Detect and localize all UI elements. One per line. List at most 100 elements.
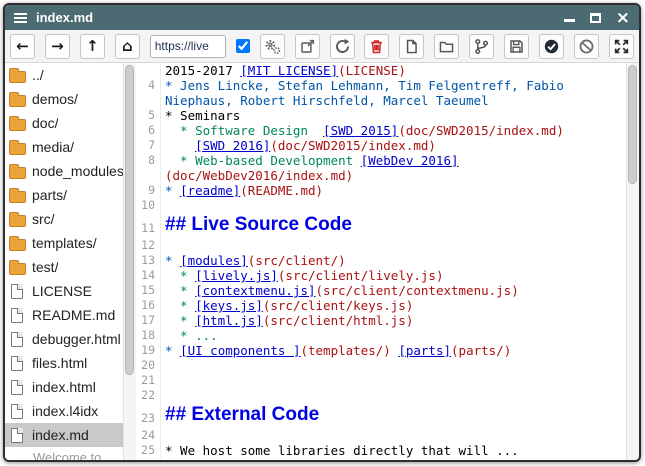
back-button[interactable]: ← <box>10 34 35 59</box>
file-icon <box>11 332 23 347</box>
code-text: * ... <box>161 328 218 343</box>
code-line[interactable]: 13* [modules](src/client/) <box>136 253 626 268</box>
line-number: 19 <box>136 343 161 358</box>
code-line[interactable]: (doc/WebDev2016/index.md) <box>136 168 626 183</box>
code-line[interactable]: 14 * [lively.js](src/client/lively.js) <box>136 268 626 283</box>
sidebar-item-index-md[interactable]: index.md <box>5 423 123 447</box>
code-line[interactable]: 23## External Code <box>136 403 626 428</box>
code-line[interactable]: 24 <box>136 428 626 443</box>
line-number: 16 <box>136 298 161 313</box>
code-text: * [readme](README.md) <box>161 183 323 198</box>
markdown-editor[interactable]: 2015-2017 [MIT LICENSE](LICENSE)4* Jens … <box>136 63 626 460</box>
settings-button[interactable] <box>260 34 285 59</box>
folder-icon <box>9 215 26 227</box>
sidebar-item-index-html[interactable]: index.html <box>5 375 123 399</box>
line-number: 22 <box>136 388 161 403</box>
code-text <box>161 238 165 253</box>
sidebar-item-debugger-html[interactable]: debugger.html <box>5 327 123 351</box>
sidebar-scrollbar[interactable] <box>123 63 136 460</box>
code-line[interactable]: 17 * [html.js](src/client/html.js) <box>136 313 626 328</box>
line-number: 12 <box>136 238 161 253</box>
line-number: 5 <box>136 108 161 123</box>
sidebar-item-doc[interactable]: doc/ <box>5 111 123 135</box>
save-button[interactable] <box>504 34 529 59</box>
line-number: 24 <box>136 428 161 443</box>
folder-button[interactable] <box>434 34 459 59</box>
sidebar-item-templates[interactable]: templates/ <box>5 231 123 255</box>
sidebar-item-demos[interactable]: demos/ <box>5 87 123 111</box>
forward-button[interactable]: → <box>45 34 70 59</box>
code-line[interactable]: 8 * Web-based Development [WebDev 2016] <box>136 153 626 168</box>
code-line[interactable]: 12 <box>136 238 626 253</box>
sidebar-item-label: files.html <box>32 355 87 371</box>
sidebar-item-src[interactable]: src/ <box>5 207 123 231</box>
code-line[interactable]: 2015-2017 [MIT LICENSE](LICENSE) <box>136 63 626 78</box>
code-text: * Web-based Development [WebDev 2016] <box>161 153 459 168</box>
new-file-button[interactable] <box>399 34 424 59</box>
sidebar-item-media[interactable]: media/ <box>5 135 123 159</box>
line-number <box>136 63 161 78</box>
edit-mode-checkbox[interactable] <box>236 39 250 53</box>
code-line[interactable]: 16 * [keys.js](src/client/keys.js) <box>136 298 626 313</box>
git-branch-button[interactable] <box>469 34 494 59</box>
line-number <box>136 168 161 183</box>
sidebar-item-node-modules[interactable]: node_modules/ <box>5 159 123 183</box>
sidebar-scrollbar-thumb[interactable] <box>125 65 134 375</box>
open-external-button[interactable] <box>295 34 320 59</box>
code-line[interactable]: 25* We host some libraries directly that… <box>136 443 626 458</box>
code-line[interactable]: 7 [SWD 2016](doc/SWD2015/index.md) <box>136 138 626 153</box>
code-line[interactable]: 22 <box>136 388 626 403</box>
minimize-button[interactable] <box>564 19 575 22</box>
line-number: 8 <box>136 153 161 168</box>
code-line[interactable]: 6 * Software Design [SWD 2015](doc/SWD20… <box>136 123 626 138</box>
up-button[interactable]: ↑ <box>80 34 105 59</box>
sidebar-item-test[interactable]: test/ <box>5 255 123 279</box>
sidebar-item-readme-md[interactable]: README.md <box>5 303 123 327</box>
sidebar-item-license[interactable]: LICENSE <box>5 279 123 303</box>
code-line[interactable]: Niephaus, Robert Hirschfeld, Marcel Taeu… <box>136 93 626 108</box>
code-line[interactable]: 10 <box>136 198 626 213</box>
sidebar-item-label: ../ <box>32 67 44 83</box>
fullscreen-button[interactable] <box>609 34 634 59</box>
folder-icon <box>9 143 26 155</box>
line-number: 11 <box>136 213 161 238</box>
file-browser: ../ demos/doc/media/node_modules/parts/sr… <box>5 63 123 460</box>
code-line[interactable]: 19* [UI components ](templates/) [parts]… <box>136 343 626 358</box>
code-line[interactable]: 9* [readme](README.md) <box>136 183 626 198</box>
sidebar-item-label: templates/ <box>32 235 97 251</box>
code-line[interactable]: 15 * [contextmenu.js](src/client/context… <box>136 283 626 298</box>
line-number <box>136 93 161 108</box>
sidebar-item-[interactable]: ../ <box>5 63 123 87</box>
code-line[interactable]: 18 * ... <box>136 328 626 343</box>
code-text: ## Live Source Code <box>161 213 352 238</box>
home-button[interactable]: ⌂ <box>115 34 140 59</box>
code-text: * [modules](src/client/) <box>161 253 346 268</box>
close-button[interactable]: × <box>616 11 630 25</box>
url-input[interactable] <box>150 35 226 58</box>
code-text <box>161 428 165 443</box>
code-line[interactable]: 20 <box>136 358 626 373</box>
code-text: Niephaus, Robert Hirschfeld, Marcel Taeu… <box>161 93 489 108</box>
sidebar-item-parts[interactable]: parts/ <box>5 183 123 207</box>
delete-button[interactable] <box>364 34 389 59</box>
new-file-icon <box>403 38 420 55</box>
accept-button[interactable] <box>539 34 564 59</box>
code-line[interactable]: 21 <box>136 373 626 388</box>
hamburger-menu-icon[interactable] <box>14 13 27 23</box>
folder-icon <box>438 38 455 55</box>
code-text: 2015-2017 [MIT LICENSE](LICENSE) <box>161 63 406 78</box>
open-external-icon <box>299 38 316 55</box>
file-icon <box>11 308 23 323</box>
titlebar: index.md × <box>5 5 639 30</box>
editor-scrollbar-thumb[interactable] <box>628 65 637 184</box>
block-button[interactable] <box>574 34 599 59</box>
maximize-button[interactable] <box>590 13 601 23</box>
sidebar-item-files-html[interactable]: files.html <box>5 351 123 375</box>
refresh-button[interactable] <box>330 34 355 59</box>
sidebar-item-index-l4idx[interactable]: index.l4idx <box>5 399 123 423</box>
line-number: 20 <box>136 358 161 373</box>
code-line[interactable]: 5* Seminars <box>136 108 626 123</box>
code-line[interactable]: 4* Jens Lincke, Stefan Lehmann, Tim Felg… <box>136 78 626 93</box>
code-line[interactable]: 11## Live Source Code <box>136 213 626 238</box>
editor-scrollbar[interactable] <box>626 63 639 460</box>
